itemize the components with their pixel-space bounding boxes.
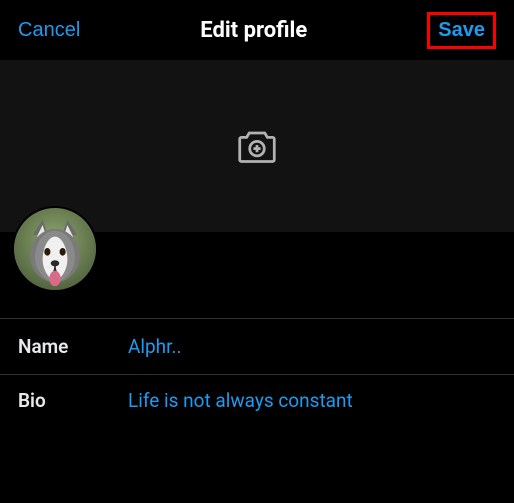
bio-label: Bio	[18, 389, 128, 412]
name-row: Name Alphr..	[0, 318, 514, 375]
name-input[interactable]: Alphr..	[128, 335, 496, 358]
save-button[interactable]: Save	[438, 19, 485, 42]
name-label: Name	[18, 335, 128, 358]
header-bar: Cancel Edit profile Save	[0, 0, 514, 60]
cancel-button[interactable]: Cancel	[18, 19, 80, 42]
save-button-highlight: Save	[427, 12, 496, 49]
page-title: Edit profile	[200, 18, 307, 43]
bio-input[interactable]: Life is not always constant	[128, 389, 496, 412]
camera-add-icon	[236, 127, 278, 165]
bio-row: Bio Life is not always constant	[0, 375, 514, 428]
avatar[interactable]	[12, 206, 98, 292]
banner-area[interactable]	[0, 60, 514, 232]
fields-section: Name Alphr.. Bio Life is not always cons…	[0, 318, 514, 428]
avatar-image	[14, 208, 96, 290]
